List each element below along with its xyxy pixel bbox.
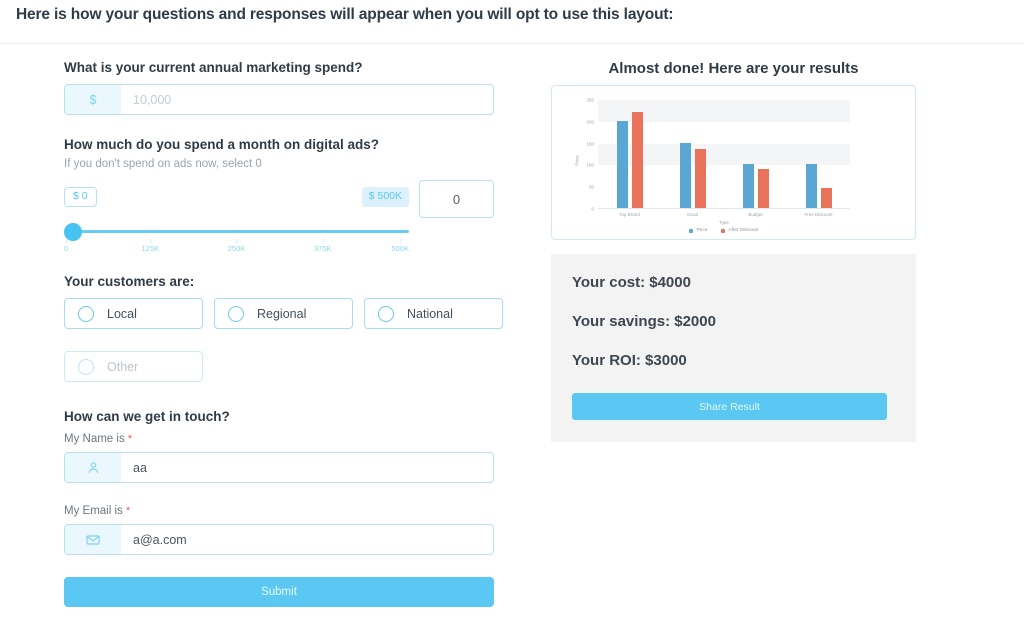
slider-tick-mark xyxy=(322,239,324,243)
content-columns: What is your current annual marketing sp… xyxy=(0,44,1024,607)
radio-circle-icon xyxy=(78,305,94,322)
chart-y-tick-label: 100 xyxy=(586,162,594,168)
slider-tick: 500K xyxy=(391,239,409,253)
result-cost-line: Your cost: $4000 xyxy=(572,274,691,291)
chart-legend: Price After Discount xyxy=(598,228,850,233)
slider-tick-mark xyxy=(150,239,152,243)
radio-option-label: National xyxy=(407,306,453,321)
chart-card: Price 0 50 100 150 200 250 Top Brand Good Budge… xyxy=(551,85,916,240)
chart-bar-group xyxy=(742,100,769,208)
name-label-text: My Name is xyxy=(64,433,125,445)
page-title: Here is how your questions and responses… xyxy=(16,6,674,23)
dollar-icon: $ xyxy=(65,85,121,114)
form-preview-column: What is your current annual marketing sp… xyxy=(0,60,545,607)
contact-question-label: How can we get in touch? xyxy=(64,409,230,424)
spend-input[interactable] xyxy=(121,85,493,114)
slider-top-row: $ 0 $ 500K 0 xyxy=(64,178,494,218)
email-label-text: My Email is xyxy=(64,505,123,517)
slider-tick: 125K xyxy=(141,239,159,253)
slider-tick-mark xyxy=(236,239,238,243)
bar-chart: Price 0 50 100 150 200 250 Top Brand Good Budge… xyxy=(556,92,913,237)
chart-x-tick-label: Good xyxy=(686,212,698,217)
chart-legend-item: Price xyxy=(689,228,707,233)
chart-bar-groups xyxy=(598,100,850,208)
chart-legend-item: After Discount xyxy=(721,228,759,233)
chart-legend-swatch xyxy=(721,228,726,233)
ads-hint-text: If you don't spend on ads now, select 0 xyxy=(64,158,262,170)
chart-plot-area xyxy=(598,100,850,209)
results-title: Almost done! Here are your results xyxy=(608,60,859,77)
chart-y-tick-label: 150 xyxy=(586,141,594,147)
chart-bar xyxy=(805,164,817,208)
envelope-icon xyxy=(65,525,121,554)
radio-option-label: Other xyxy=(107,359,139,374)
slider-track[interactable] xyxy=(64,230,409,233)
chart-y-ticks: 0 50 100 150 200 250 xyxy=(578,92,594,212)
slider-max-badge: $ 500K xyxy=(361,187,409,207)
chart-bar xyxy=(616,120,628,208)
chart-x-tick-label: Top Brand xyxy=(619,212,640,217)
chart-bar xyxy=(679,142,691,208)
results-preview-column: Almost done! Here are your results Price… xyxy=(545,60,1024,607)
name-input[interactable] xyxy=(121,453,493,482)
slider-value-box[interactable]: 0 xyxy=(419,180,494,218)
chart-legend-label: Price xyxy=(696,228,708,233)
radio-circle-icon xyxy=(78,358,94,375)
radio-circle-icon xyxy=(378,305,394,322)
slider-bounds: $ 0 $ 500K xyxy=(64,187,409,209)
submit-button[interactable]: Submit xyxy=(64,577,494,607)
name-field-label: My Name is * xyxy=(64,433,545,445)
slider-tick: 250K xyxy=(228,239,245,253)
chart-bar xyxy=(757,168,769,208)
chart-bar xyxy=(694,149,706,208)
radio-option-other[interactable]: Other xyxy=(64,351,203,382)
user-icon xyxy=(65,453,121,482)
spend-question-label: What is your current annual marketing sp… xyxy=(64,60,363,75)
screenshot-root: Here is how your questions and responses… xyxy=(0,0,1024,621)
ads-slider-group: $ 0 $ 500K 0 0 125K 250K 375K 500K xyxy=(64,178,494,262)
results-summary-card: Your cost: $4000 Your savings: $2000 You… xyxy=(551,254,916,442)
chart-legend-label: After Discount xyxy=(728,228,759,233)
radio-option-regional[interactable]: Regional xyxy=(214,298,353,329)
chart-bar-group xyxy=(679,100,706,208)
chart-y-tick-label: 0 xyxy=(591,206,594,212)
email-field-label: My Email is * xyxy=(64,505,545,517)
chart-bar-group xyxy=(616,100,643,208)
radio-option-local[interactable]: Local xyxy=(64,298,203,329)
result-roi-line: Your ROI: $3000 xyxy=(572,352,687,369)
slider-tick-scale: 0 125K 250K 375K 500K xyxy=(64,239,409,262)
slider-tick: 0 xyxy=(64,239,68,253)
result-savings-line: Your savings: $2000 xyxy=(572,313,716,330)
chart-legend-swatch xyxy=(689,228,694,233)
radio-option-national[interactable]: National xyxy=(364,298,503,329)
radio-circle-icon xyxy=(228,305,244,322)
email-input[interactable] xyxy=(121,525,493,554)
chart-x-tick-label: Budget xyxy=(748,212,763,217)
spend-field[interactable]: $ xyxy=(64,84,494,115)
chart-y-tick-label: 200 xyxy=(586,119,594,125)
slider-min-badge: $ 0 xyxy=(64,187,97,207)
chart-bar xyxy=(631,112,643,208)
chart-bar-group xyxy=(805,100,832,208)
email-required-marker: * xyxy=(125,505,131,517)
radio-option-label: Local xyxy=(107,306,137,321)
chart-y-tick-label: 250 xyxy=(586,97,594,103)
share-result-button[interactable]: Share Result xyxy=(572,393,887,420)
chart-x-tick-labels: Top Brand Good Budget Free Discount xyxy=(598,212,850,217)
customers-question-label: Your customers are: xyxy=(64,274,195,289)
customer-options-group: Local Regional National Other xyxy=(64,298,504,393)
email-field[interactable] xyxy=(64,524,494,555)
chart-x-axis-title: Type xyxy=(719,220,729,225)
name-required-marker: * xyxy=(127,433,133,445)
ads-question-label: How much do you spend a month on digital… xyxy=(64,137,380,152)
slider-tick-mark xyxy=(400,239,402,243)
chart-x-tick-label: Free Discount xyxy=(804,212,833,217)
chart-y-tick-label: 50 xyxy=(588,184,594,190)
slider-tick-mark xyxy=(66,239,68,243)
chart-bar xyxy=(742,164,754,208)
slider-tick: 375K xyxy=(314,239,332,253)
name-field[interactable] xyxy=(64,452,494,483)
chart-bar xyxy=(820,188,832,208)
radio-option-label: Regional xyxy=(257,306,307,321)
